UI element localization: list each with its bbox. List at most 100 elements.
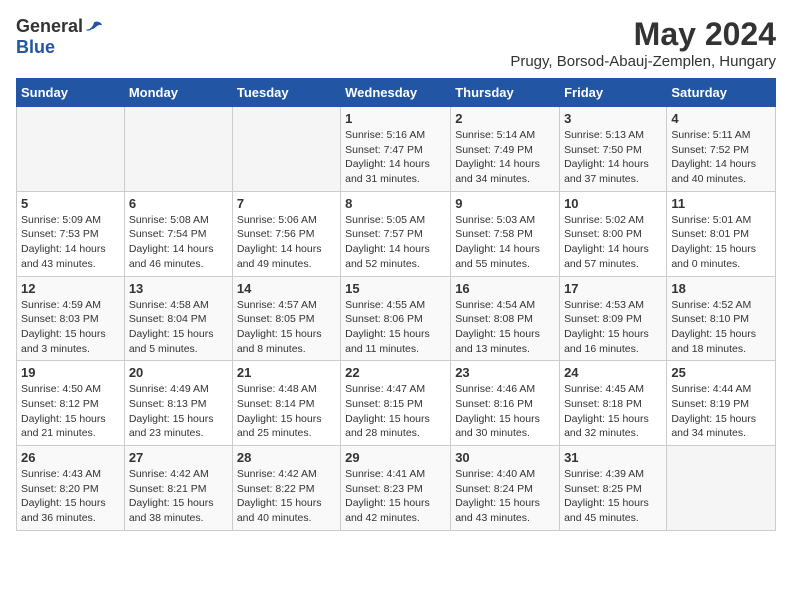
day-info-line: Sunset: 8:16 PM (455, 398, 533, 410)
day-info: Sunrise: 5:16 AMSunset: 7:47 PMDaylight:… (345, 128, 446, 187)
day-info: Sunrise: 4:53 AMSunset: 8:09 PMDaylight:… (564, 298, 662, 357)
day-info-line: Daylight: 14 hours (345, 243, 430, 255)
day-number: 21 (237, 365, 336, 380)
calendar-cell: 28Sunrise: 4:42 AMSunset: 8:22 PMDayligh… (232, 446, 340, 531)
day-info-line: and 30 minutes. (455, 427, 530, 439)
day-number: 23 (455, 365, 555, 380)
calendar-cell (667, 446, 776, 531)
logo-bird-icon (85, 20, 103, 34)
calendar-cell: 30 Sunrise: 4:40 AMSunset: 8:24 PMDayligh… (451, 446, 560, 531)
calendar-cell: 12Sunrise: 4:59 AMSunset: 8:03 PMDayligh… (17, 276, 125, 361)
day-info-line: Daylight: 14 hours (671, 158, 756, 170)
day-info-line: Daylight: 15 hours (455, 328, 540, 340)
calendar-cell: 22Sunrise: 4:47 AMSunset: 8:15 PMDayligh… (341, 361, 451, 446)
weekday-header-saturday: Saturday (667, 79, 776, 107)
logo-general-text: General (16, 16, 83, 37)
day-info-line: and 0 minutes. (671, 258, 740, 270)
calendar-cell: 27Sunrise: 4:42 AMSunset: 8:21 PMDayligh… (124, 446, 232, 531)
day-info-line: and 31 minutes. (345, 173, 420, 185)
day-number: 30 (455, 450, 555, 465)
day-info-line: Sunset: 8:04 PM (129, 313, 207, 325)
calendar-cell: 3Sunrise: 5:13 AMSunset: 7:50 PMDaylight… (560, 107, 667, 192)
day-info-line: and 57 minutes. (564, 258, 639, 270)
day-number: 13 (129, 281, 228, 296)
day-info: Sunrise: 4:48 AMSunset: 8:14 PMDaylight:… (237, 382, 336, 441)
calendar-week-row: 26 Sunrise: 4:43 AMSunset: 8:20 PMDayligh… (17, 446, 776, 531)
day-info-line: Sunset: 7:49 PM (455, 144, 533, 156)
calendar-cell (124, 107, 232, 192)
day-info-line: Sunset: 8:00 PM (564, 228, 642, 240)
day-info-line: Sunset: 8:22 PM (237, 483, 315, 495)
day-info-line: Daylight: 15 hours (129, 497, 214, 509)
day-info-line: Daylight: 15 hours (237, 328, 322, 340)
day-info-line: Sunset: 8:13 PM (129, 398, 207, 410)
day-number: 18 (671, 281, 771, 296)
weekday-header-thursday: Thursday (451, 79, 560, 107)
calendar-week-row: 19 Sunrise: 4:50 AMSunset: 8:12 PMDayligh… (17, 361, 776, 446)
day-info-line: Sunrise: 4:53 AM (564, 299, 644, 311)
day-info-line: Daylight: 15 hours (237, 497, 322, 509)
day-info-line: Sunrise: 4:54 AM (455, 299, 535, 311)
day-info-line: Sunset: 7:58 PM (455, 228, 533, 240)
day-info: Sunrise: 5:06 AMSunset: 7:56 PMDaylight:… (237, 213, 336, 272)
day-number: 3 (564, 111, 662, 126)
calendar-week-row: 1Sunrise: 5:16 AMSunset: 7:47 PMDaylight… (17, 107, 776, 192)
day-info-line: Sunrise: 4:55 AM (345, 299, 425, 311)
day-info-line: Daylight: 15 hours (564, 328, 649, 340)
day-info: Sunrise: 5:01 AMSunset: 8:01 PMDaylight:… (671, 213, 771, 272)
day-info: Sunrise: 4:40 AMSunset: 8:24 PMDaylight:… (455, 467, 555, 526)
day-info-line: Daylight: 14 hours (129, 243, 214, 255)
day-info-line: Daylight: 14 hours (237, 243, 322, 255)
day-info-line: and 42 minutes. (345, 512, 420, 524)
day-number: 4 (671, 111, 771, 126)
day-info-line: Sunrise: 4:48 AM (237, 383, 317, 395)
day-info-line: Daylight: 15 hours (21, 328, 106, 340)
day-info-line: and 32 minutes. (564, 427, 639, 439)
calendar-week-row: 12Sunrise: 4:59 AMSunset: 8:03 PMDayligh… (17, 276, 776, 361)
day-number: 19 (21, 365, 120, 380)
calendar-cell: 13Sunrise: 4:58 AMSunset: 8:04 PMDayligh… (124, 276, 232, 361)
day-number: 7 (237, 196, 336, 211)
day-info: Sunrise: 4:46 AMSunset: 8:16 PMDaylight:… (455, 382, 555, 441)
day-info-line: Daylight: 15 hours (21, 497, 106, 509)
day-info-line: Sunset: 8:15 PM (345, 398, 423, 410)
day-info-line: Sunset: 8:20 PM (21, 483, 99, 495)
day-info: Sunrise: 4:50 AMSunset: 8:12 PMDaylight:… (21, 382, 120, 441)
day-info-line: Sunrise: 5:08 AM (129, 214, 209, 226)
day-info-line: Sunrise: 4:58 AM (129, 299, 209, 311)
day-info: Sunrise: 4:44 AMSunset: 8:19 PMDaylight:… (671, 382, 771, 441)
day-info-line: Sunrise: 4:42 AM (129, 468, 209, 480)
calendar-cell: 25Sunrise: 4:44 AMSunset: 8:19 PMDayligh… (667, 361, 776, 446)
day-info-line: Sunrise: 4:46 AM (455, 383, 535, 395)
day-info: Sunrise: 5:03 AMSunset: 7:58 PMDaylight:… (455, 213, 555, 272)
day-info-line: Sunrise: 4:49 AM (129, 383, 209, 395)
day-info-line: Daylight: 14 hours (21, 243, 106, 255)
day-number: 31 (564, 450, 662, 465)
day-info-line: Daylight: 14 hours (455, 158, 540, 170)
day-info-line: and 46 minutes. (129, 258, 204, 270)
day-info-line: and 21 minutes. (21, 427, 96, 439)
day-info-line: and 8 minutes. (237, 343, 306, 355)
calendar-cell: 16Sunrise: 4:54 AMSunset: 8:08 PMDayligh… (451, 276, 560, 361)
day-info: Sunrise: 4:39 AMSunset: 8:25 PMDaylight:… (564, 467, 662, 526)
day-number: 10 (564, 196, 662, 211)
day-number: 2 (455, 111, 555, 126)
day-info-line: Sunset: 8:19 PM (671, 398, 749, 410)
day-info-line: Sunset: 8:05 PM (237, 313, 315, 325)
day-info-line: and 38 minutes. (129, 512, 204, 524)
day-info-line: Daylight: 15 hours (671, 328, 756, 340)
day-info-line: Sunrise: 5:06 AM (237, 214, 317, 226)
day-info-line: Sunset: 7:53 PM (21, 228, 99, 240)
weekday-header-monday: Monday (124, 79, 232, 107)
day-info: Sunrise: 4:43 AMSunset: 8:20 PMDaylight:… (21, 467, 120, 526)
day-info-line: Sunrise: 4:44 AM (671, 383, 751, 395)
day-info-line: Daylight: 15 hours (671, 243, 756, 255)
day-info: Sunrise: 4:47 AMSunset: 8:15 PMDaylight:… (345, 382, 446, 441)
day-info-line: Sunrise: 5:01 AM (671, 214, 751, 226)
weekday-header-friday: Friday (560, 79, 667, 107)
day-number: 5 (21, 196, 120, 211)
day-info-line: Sunrise: 5:09 AM (21, 214, 101, 226)
day-number: 26 (21, 450, 120, 465)
day-number: 28 (237, 450, 336, 465)
calendar-cell: 20Sunrise: 4:49 AMSunset: 8:13 PMDayligh… (124, 361, 232, 446)
